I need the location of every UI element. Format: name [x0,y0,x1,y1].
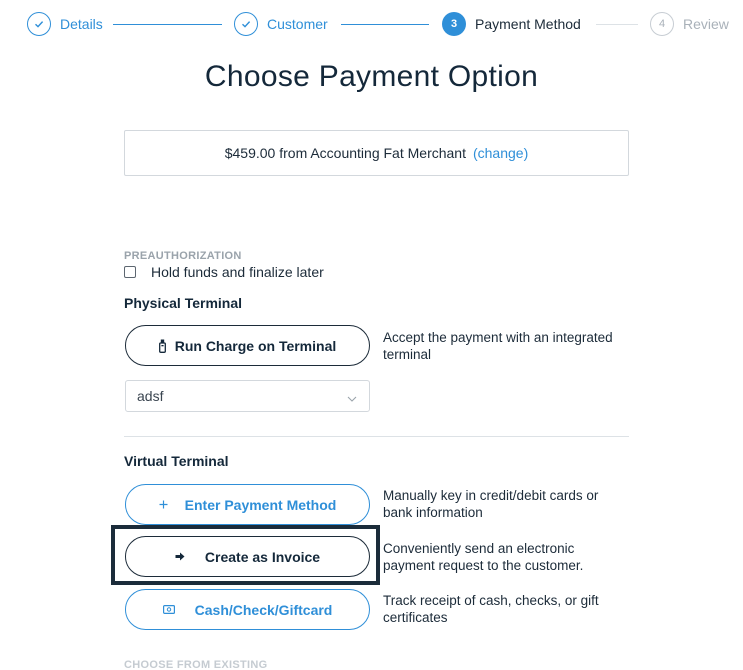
cash-check-giftcard-button[interactable]: Cash/Check/Giftcard [125,589,370,630]
step-review[interactable]: 4 Review [650,12,729,36]
enter-payment-method-description: Manually key in credit/debit cards or ba… [383,488,599,520]
step-connector [341,24,429,25]
check-icon [27,12,51,36]
step-payment-method[interactable]: 3 Payment Method [442,12,581,36]
step-connector [113,24,222,25]
page-title: Choose Payment Option [204,60,539,93]
step-connector [596,24,638,25]
run-charge-on-terminal-button[interactable]: Run Charge on Terminal [125,325,370,366]
progress-stepper: Details Customer 3 Payment Method 4 Revi… [0,0,743,48]
hold-funds-label[interactable]: Hold funds and finalize later [151,264,324,280]
step-number: 4 [650,12,674,36]
summary-text: $459.00 from Accounting Fat Merchant [224,145,466,161]
enter-payment-method-label: Enter Payment Method [184,496,337,513]
cash-check-giftcard-label: Cash/Check/Giftcard [194,601,333,618]
terminal-select[interactable]: adsf [125,380,370,412]
cash-icon [162,605,175,614]
cash-check-giftcard-description: Track receipt of cash, checks, or gift c… [383,593,599,625]
enter-payment-method-button[interactable]: Enter Payment Method [125,484,370,525]
run-charge-label: Run Charge on Terminal [174,337,337,354]
chevron-down-icon [347,391,357,407]
preauthorization-heading: PREAUTHORIZATION [124,250,242,262]
step-customer[interactable]: Customer [234,12,328,36]
section-divider [124,436,629,437]
terminal-select-value: adsf [137,388,164,404]
run-charge-description: Accept the payment with an integrated te… [383,330,613,362]
change-link[interactable]: (change) [473,145,528,161]
payment-summary: $459.00 from Accounting Fat Merchant (ch… [124,130,629,176]
step-details[interactable]: Details [27,12,103,36]
step-label: Payment Method [475,16,581,32]
check-icon [234,12,258,36]
physical-terminal-heading: Physical Terminal [124,295,243,311]
hold-funds-checkbox[interactable] [124,266,136,278]
create-as-invoice-label: Create as Invoice [204,548,321,565]
create-as-invoice-description: Conveniently send an electronic payment … [383,541,584,573]
step-number: 3 [442,12,466,36]
virtual-terminal-heading: Virtual Terminal [124,453,229,469]
create-as-invoice-button[interactable]: Create as Invoice [125,536,370,577]
terminal-icon [158,339,166,353]
step-label: Details [60,16,103,32]
plus-icon [159,500,168,509]
hold-funds-row: Hold funds and finalize later [124,264,324,280]
step-label: Customer [267,16,328,32]
choose-from-existing-heading: CHOOSE FROM EXISTING [124,659,268,670]
step-label: Review [683,16,729,32]
arrow-right-icon [175,552,185,561]
